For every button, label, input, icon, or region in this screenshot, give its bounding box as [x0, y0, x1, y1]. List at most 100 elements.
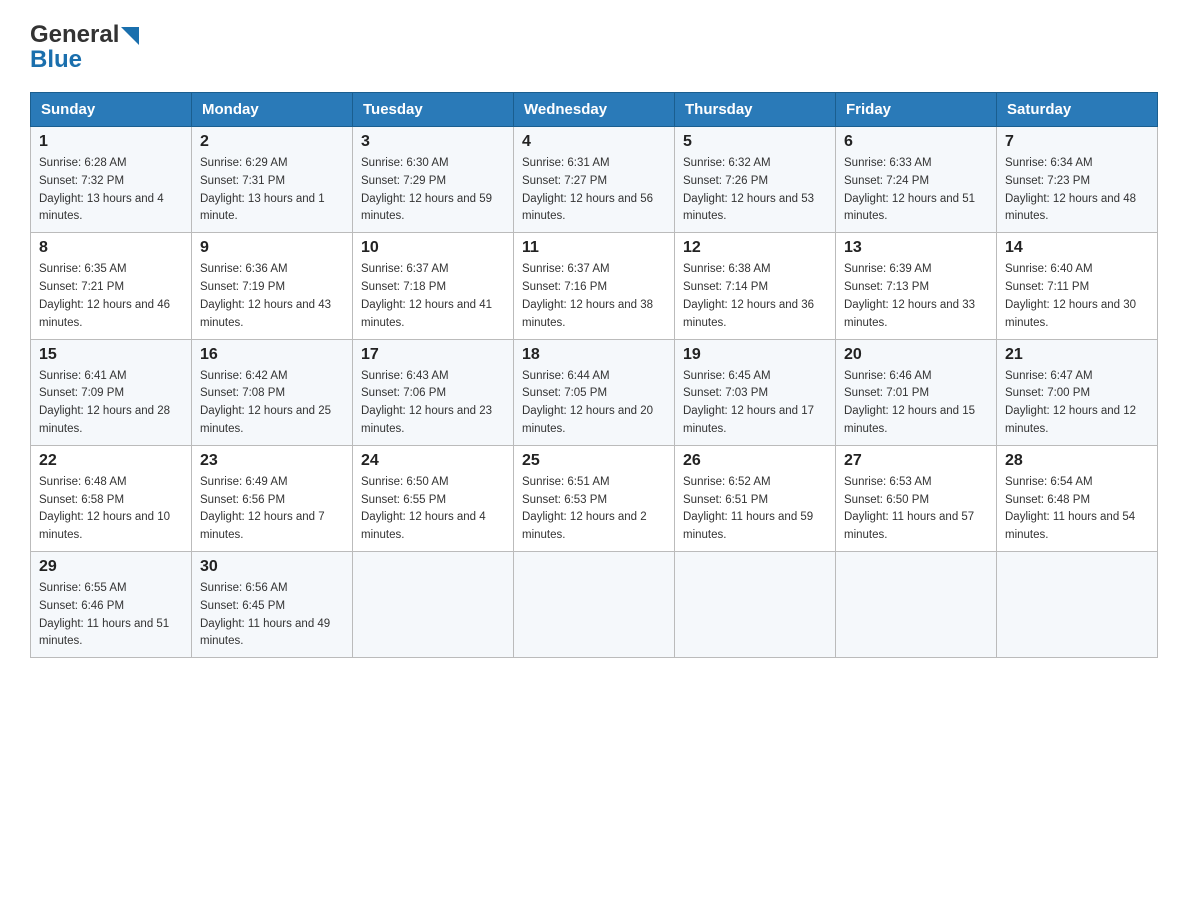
day-info: Sunrise: 6:54 AM Sunset: 6:48 PM Dayligh…: [1005, 474, 1149, 545]
day-info: Sunrise: 6:28 AM Sunset: 7:32 PM Dayligh…: [39, 155, 183, 226]
day-number: 7: [1005, 133, 1149, 151]
day-info: Sunrise: 6:38 AM Sunset: 7:14 PM Dayligh…: [683, 261, 827, 332]
day-number: 27: [844, 452, 988, 470]
day-info: Sunrise: 6:37 AM Sunset: 7:16 PM Dayligh…: [522, 261, 666, 332]
calendar-week-row: 22 Sunrise: 6:48 AM Sunset: 6:58 PM Dayl…: [31, 445, 1158, 551]
day-info: Sunrise: 6:42 AM Sunset: 7:08 PM Dayligh…: [200, 368, 344, 439]
day-number: 4: [522, 133, 666, 151]
calendar-cell: 18 Sunrise: 6:44 AM Sunset: 7:05 PM Dayl…: [514, 339, 675, 445]
calendar-cell: 22 Sunrise: 6:48 AM Sunset: 6:58 PM Dayl…: [31, 445, 192, 551]
day-number: 30: [200, 558, 344, 576]
day-number: 21: [1005, 346, 1149, 364]
day-info: Sunrise: 6:45 AM Sunset: 7:03 PM Dayligh…: [683, 368, 827, 439]
calendar-cell: 5 Sunrise: 6:32 AM Sunset: 7:26 PM Dayli…: [675, 127, 836, 233]
page-header: General Blue: [30, 20, 1158, 74]
calendar-cell: 16 Sunrise: 6:42 AM Sunset: 7:08 PM Dayl…: [192, 339, 353, 445]
logo: General Blue: [30, 20, 143, 74]
calendar-header-saturday: Saturday: [997, 93, 1158, 127]
day-info: Sunrise: 6:29 AM Sunset: 7:31 PM Dayligh…: [200, 155, 344, 226]
calendar-cell: 8 Sunrise: 6:35 AM Sunset: 7:21 PM Dayli…: [31, 233, 192, 339]
day-number: 17: [361, 346, 505, 364]
day-info: Sunrise: 6:40 AM Sunset: 7:11 PM Dayligh…: [1005, 261, 1149, 332]
day-info: Sunrise: 6:49 AM Sunset: 6:56 PM Dayligh…: [200, 474, 344, 545]
calendar-cell: 4 Sunrise: 6:31 AM Sunset: 7:27 PM Dayli…: [514, 127, 675, 233]
day-info: Sunrise: 6:43 AM Sunset: 7:06 PM Dayligh…: [361, 368, 505, 439]
calendar-cell: 15 Sunrise: 6:41 AM Sunset: 7:09 PM Dayl…: [31, 339, 192, 445]
day-number: 14: [1005, 239, 1149, 257]
day-number: 19: [683, 346, 827, 364]
day-number: 26: [683, 452, 827, 470]
calendar-cell: 27 Sunrise: 6:53 AM Sunset: 6:50 PM Dayl…: [836, 445, 997, 551]
calendar-cell: 30 Sunrise: 6:56 AM Sunset: 6:45 PM Dayl…: [192, 552, 353, 658]
calendar-cell: 19 Sunrise: 6:45 AM Sunset: 7:03 PM Dayl…: [675, 339, 836, 445]
day-number: 11: [522, 239, 666, 257]
day-number: 9: [200, 239, 344, 257]
calendar-cell: 25 Sunrise: 6:51 AM Sunset: 6:53 PM Dayl…: [514, 445, 675, 551]
calendar-week-row: 8 Sunrise: 6:35 AM Sunset: 7:21 PM Dayli…: [31, 233, 1158, 339]
calendar-table: SundayMondayTuesdayWednesdayThursdayFrid…: [30, 92, 1158, 658]
calendar-cell: 1 Sunrise: 6:28 AM Sunset: 7:32 PM Dayli…: [31, 127, 192, 233]
day-info: Sunrise: 6:39 AM Sunset: 7:13 PM Dayligh…: [844, 261, 988, 332]
calendar-week-row: 1 Sunrise: 6:28 AM Sunset: 7:32 PM Dayli…: [31, 127, 1158, 233]
calendar-cell: 17 Sunrise: 6:43 AM Sunset: 7:06 PM Dayl…: [353, 339, 514, 445]
calendar-cell: 29 Sunrise: 6:55 AM Sunset: 6:46 PM Dayl…: [31, 552, 192, 658]
day-info: Sunrise: 6:35 AM Sunset: 7:21 PM Dayligh…: [39, 261, 183, 332]
day-info: Sunrise: 6:53 AM Sunset: 6:50 PM Dayligh…: [844, 474, 988, 545]
calendar-week-row: 15 Sunrise: 6:41 AM Sunset: 7:09 PM Dayl…: [31, 339, 1158, 445]
calendar-cell: 9 Sunrise: 6:36 AM Sunset: 7:19 PM Dayli…: [192, 233, 353, 339]
day-number: 23: [200, 452, 344, 470]
day-number: 29: [39, 558, 183, 576]
calendar-cell: 14 Sunrise: 6:40 AM Sunset: 7:11 PM Dayl…: [997, 233, 1158, 339]
day-number: 1: [39, 133, 183, 151]
calendar-cell: 10 Sunrise: 6:37 AM Sunset: 7:18 PM Dayl…: [353, 233, 514, 339]
calendar-cell: 13 Sunrise: 6:39 AM Sunset: 7:13 PM Dayl…: [836, 233, 997, 339]
calendar-cell: [353, 552, 514, 658]
calendar-cell: 7 Sunrise: 6:34 AM Sunset: 7:23 PM Dayli…: [997, 127, 1158, 233]
day-info: Sunrise: 6:55 AM Sunset: 6:46 PM Dayligh…: [39, 580, 183, 651]
day-info: Sunrise: 6:47 AM Sunset: 7:00 PM Dayligh…: [1005, 368, 1149, 439]
day-number: 22: [39, 452, 183, 470]
day-number: 20: [844, 346, 988, 364]
day-info: Sunrise: 6:36 AM Sunset: 7:19 PM Dayligh…: [200, 261, 344, 332]
day-number: 25: [522, 452, 666, 470]
day-info: Sunrise: 6:41 AM Sunset: 7:09 PM Dayligh…: [39, 368, 183, 439]
calendar-header-wednesday: Wednesday: [514, 93, 675, 127]
calendar-header-friday: Friday: [836, 93, 997, 127]
day-number: 3: [361, 133, 505, 151]
calendar-cell: 11 Sunrise: 6:37 AM Sunset: 7:16 PM Dayl…: [514, 233, 675, 339]
calendar-cell: 26 Sunrise: 6:52 AM Sunset: 6:51 PM Dayl…: [675, 445, 836, 551]
day-number: 5: [683, 133, 827, 151]
logo-text-blue: Blue: [30, 46, 82, 74]
calendar-cell: [675, 552, 836, 658]
day-number: 16: [200, 346, 344, 364]
day-number: 18: [522, 346, 666, 364]
day-info: Sunrise: 6:48 AM Sunset: 6:58 PM Dayligh…: [39, 474, 183, 545]
calendar-cell: [997, 552, 1158, 658]
day-info: Sunrise: 6:33 AM Sunset: 7:24 PM Dayligh…: [844, 155, 988, 226]
day-info: Sunrise: 6:56 AM Sunset: 6:45 PM Dayligh…: [200, 580, 344, 651]
calendar-cell: 6 Sunrise: 6:33 AM Sunset: 7:24 PM Dayli…: [836, 127, 997, 233]
calendar-cell: 28 Sunrise: 6:54 AM Sunset: 6:48 PM Dayl…: [997, 445, 1158, 551]
day-number: 10: [361, 239, 505, 257]
day-number: 24: [361, 452, 505, 470]
calendar-header-sunday: Sunday: [31, 93, 192, 127]
day-info: Sunrise: 6:51 AM Sunset: 6:53 PM Dayligh…: [522, 474, 666, 545]
day-number: 12: [683, 239, 827, 257]
day-info: Sunrise: 6:37 AM Sunset: 7:18 PM Dayligh…: [361, 261, 505, 332]
calendar-week-row: 29 Sunrise: 6:55 AM Sunset: 6:46 PM Dayl…: [31, 552, 1158, 658]
day-number: 28: [1005, 452, 1149, 470]
calendar-cell: [514, 552, 675, 658]
day-number: 15: [39, 346, 183, 364]
day-info: Sunrise: 6:32 AM Sunset: 7:26 PM Dayligh…: [683, 155, 827, 226]
calendar-cell: 21 Sunrise: 6:47 AM Sunset: 7:00 PM Dayl…: [997, 339, 1158, 445]
day-info: Sunrise: 6:31 AM Sunset: 7:27 PM Dayligh…: [522, 155, 666, 226]
calendar-cell: [836, 552, 997, 658]
calendar-cell: 20 Sunrise: 6:46 AM Sunset: 7:01 PM Dayl…: [836, 339, 997, 445]
day-info: Sunrise: 6:30 AM Sunset: 7:29 PM Dayligh…: [361, 155, 505, 226]
calendar-header-thursday: Thursday: [675, 93, 836, 127]
logo-text-general: General: [30, 21, 119, 49]
calendar-header-tuesday: Tuesday: [353, 93, 514, 127]
logo-triangle-icon: [121, 23, 143, 45]
day-info: Sunrise: 6:52 AM Sunset: 6:51 PM Dayligh…: [683, 474, 827, 545]
day-number: 2: [200, 133, 344, 151]
